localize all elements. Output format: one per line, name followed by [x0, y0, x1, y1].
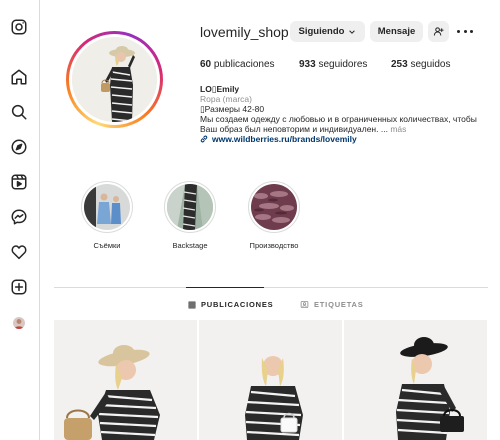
profile-username: lovemily_shop [200, 24, 289, 40]
heart-icon[interactable] [10, 243, 28, 261]
home-icon[interactable] [10, 68, 28, 86]
profile-avatar[interactable] [10, 314, 28, 332]
instagram-logo-icon[interactable] [10, 18, 28, 36]
create-icon[interactable] [10, 278, 28, 296]
highlight-cover [167, 184, 213, 230]
post-thumbnail[interactable] [199, 320, 342, 440]
bio-website-link[interactable]: www.wildberries.ru/brands/lovemily [200, 134, 490, 144]
post-thumbnail[interactable] [344, 320, 487, 440]
add-person-icon [433, 26, 444, 37]
sidebar [0, 0, 40, 440]
highlight-item[interactable]: Backstage [162, 181, 218, 250]
profile-category: Ropa (marca) [200, 94, 252, 104]
highlight-label: Производство [249, 241, 299, 250]
followers-stat[interactable]: 933 seguidores [299, 59, 367, 70]
following-button[interactable]: Siguiendo [290, 21, 365, 42]
more-link[interactable]: más [390, 124, 406, 134]
tabs-divider [54, 287, 488, 288]
post-thumbnail[interactable] [54, 320, 197, 440]
message-button-label: Mensaje [377, 26, 416, 37]
profile-avatar-ring[interactable] [66, 31, 163, 128]
bio-line-description-2: Ваш образ был неповторим и индивидуален.… [200, 124, 407, 134]
profile-bio: LO▯Emily Ropa (marca) ▯Размеры 42-80 Мы … [200, 84, 490, 144]
following-button-label: Siguiendo [298, 26, 345, 37]
profile-display-name: LO▯Emily [200, 84, 240, 94]
link-icon [200, 135, 208, 143]
tab-tagged[interactable]: ETIQUETAS [300, 300, 364, 309]
messenger-icon[interactable] [10, 208, 28, 226]
tab-publications-label: PUBLICACIONES [201, 300, 274, 309]
chevron-down-icon [348, 28, 356, 36]
profile-picture [72, 37, 157, 122]
highlight-item[interactable]: Съёмки [79, 181, 135, 250]
bio-website-url: www.wildberries.ru/brands/lovemily [212, 134, 357, 144]
suggested-users-button[interactable] [428, 21, 449, 42]
following-stat[interactable]: 253 seguidos [391, 59, 451, 70]
reels-icon[interactable] [10, 173, 28, 191]
bio-line-sizes: ▯Размеры 42-80 [200, 104, 265, 114]
tab-publications[interactable]: PUBLICACIONES [188, 300, 274, 309]
tab-tagged-label: ETIQUETAS [314, 300, 364, 309]
more-options-icon[interactable] [457, 26, 473, 36]
highlight-label: Съёмки [93, 241, 121, 250]
posts-stat[interactable]: 60 publicaciones [200, 59, 275, 70]
message-button[interactable]: Mensaje [370, 21, 423, 42]
highlight-cover [84, 184, 130, 230]
tag-icon [300, 300, 309, 309]
highlight-cover [251, 184, 297, 230]
grid-icon [188, 301, 196, 309]
search-icon[interactable] [10, 103, 28, 121]
active-tab-indicator [186, 287, 264, 288]
highlight-item[interactable]: Производство [246, 181, 302, 250]
highlight-label: Backstage [172, 241, 208, 250]
explore-icon[interactable] [10, 138, 28, 156]
bio-line-description: Мы создаем одежду с любовью и в ограниче… [200, 114, 477, 124]
